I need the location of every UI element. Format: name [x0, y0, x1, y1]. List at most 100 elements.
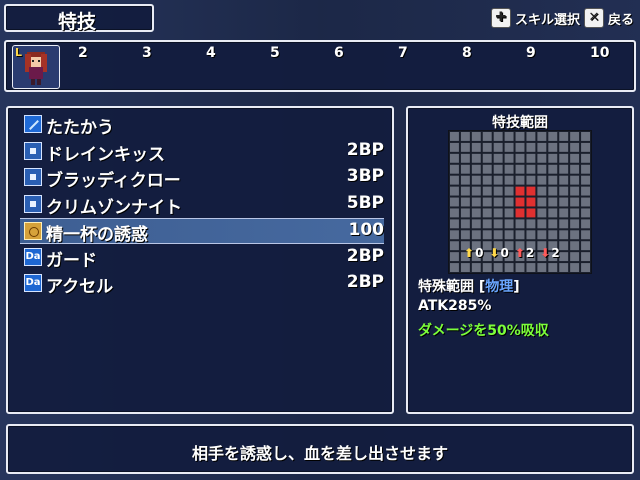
range-cell — [482, 142, 492, 152]
skill-row[interactable]: クリムゾンナイト 5BP — [20, 192, 384, 218]
back-label[interactable]: 戻る — [608, 9, 634, 28]
party-slot-9[interactable]: 9 — [526, 45, 536, 61]
attack-type-suffix: ] — [513, 279, 520, 295]
range-cell — [450, 208, 459, 218]
party-slot-2[interactable]: 2 — [78, 45, 88, 61]
charm-icon — [24, 222, 42, 240]
range-modifier-value: 2 — [551, 246, 560, 260]
range-modifier: ⬆ 0 — [464, 246, 483, 260]
range-cell — [482, 153, 492, 163]
party-slot-6[interactable]: 6 — [334, 45, 344, 61]
range-cell — [504, 132, 514, 141]
range-modifier-value: 2 — [525, 246, 535, 260]
party-slot-8[interactable]: 8 — [462, 45, 472, 61]
range-title: 特技範囲 — [492, 115, 548, 131]
party-slot-1-portrait[interactable]: L — [12, 45, 60, 89]
range-cell — [548, 186, 558, 196]
description-panel: 相手を誘惑し、血を差し出させます — [6, 424, 634, 474]
range-cell — [548, 263, 558, 272]
range-cell — [559, 132, 569, 141]
skill-cost: 100 — [348, 220, 385, 240]
dpad-icon: ✚ — [490, 8, 511, 28]
range-cell — [460, 186, 470, 196]
range-cell — [504, 208, 514, 218]
range-cell — [460, 263, 470, 272]
skill-row[interactable]: たたかう — [20, 112, 384, 138]
range-cell — [515, 175, 525, 185]
range-cell — [504, 153, 514, 163]
range-cell — [460, 164, 470, 174]
range-cell — [581, 142, 590, 152]
skill-row[interactable]: ブラッディクロー 3BP — [20, 165, 384, 191]
range-cell — [504, 186, 514, 196]
range-cell-active — [526, 186, 536, 196]
skill-name: ガード — [46, 250, 97, 271]
range-cell — [526, 164, 536, 174]
range-cell — [460, 175, 470, 185]
range-cell — [548, 153, 558, 163]
range-cell — [526, 142, 536, 152]
skill-row[interactable]: ドレインキッス 2BP — [20, 139, 384, 165]
range-cell — [493, 153, 503, 163]
range-cell — [482, 230, 492, 240]
range-cell — [548, 175, 558, 185]
range-cell — [581, 263, 590, 272]
range-cell — [537, 153, 547, 163]
skill-row[interactable]: Da ガード 2BP — [20, 245, 384, 271]
party-slot-3[interactable]: 3 — [142, 45, 152, 61]
skill-square-icon — [24, 194, 42, 213]
party-slot-7[interactable]: 7 — [398, 45, 408, 61]
range-cell — [471, 208, 481, 218]
cancel-key-icon[interactable]: ✕ — [583, 8, 604, 28]
skill-square-icon — [24, 168, 42, 186]
range-cell — [493, 230, 503, 240]
range-modifier-value: 0 — [475, 246, 484, 260]
skill-square-icon — [24, 141, 42, 160]
skill-cost: 3BP — [346, 166, 384, 186]
da-icon: Da — [24, 274, 42, 292]
range-cell — [471, 197, 481, 207]
party-slot-5[interactable]: 5 — [270, 45, 280, 61]
range-cell — [515, 219, 525, 229]
range-cell — [450, 230, 459, 240]
skill-row[interactable]: 精一杯の誘惑 100 — [20, 218, 385, 245]
range-cell — [570, 263, 580, 272]
range-cell — [559, 208, 569, 218]
range-cell — [515, 153, 525, 163]
range-cell — [559, 164, 569, 174]
range-cell — [548, 197, 558, 207]
range-cell — [460, 142, 470, 152]
range-cell — [460, 132, 470, 141]
range-cell — [471, 230, 481, 240]
range-cell — [537, 164, 547, 174]
party-slot-10[interactable]: 10 — [590, 45, 609, 61]
arrow-up-icon: ⬆ — [514, 246, 525, 260]
arrow-down-icon: ⬇ — [540, 246, 551, 260]
attack-type-value: 物理 — [485, 279, 514, 295]
skill-cost: 2BP — [346, 272, 384, 292]
range-cell — [471, 132, 481, 141]
range-cell — [450, 197, 459, 207]
range-cell — [450, 219, 459, 229]
range-cell — [482, 186, 492, 196]
range-cell — [537, 219, 547, 229]
range-cell — [559, 153, 569, 163]
range-cell — [460, 230, 470, 240]
range-cell — [526, 230, 536, 240]
range-cell — [450, 252, 459, 262]
range-cell — [570, 142, 580, 152]
skill-row[interactable]: Da アクセル 2BP — [20, 271, 384, 297]
range-cell — [581, 230, 590, 240]
range-cell — [504, 164, 514, 174]
range-cell — [581, 197, 590, 207]
range-cell — [559, 175, 569, 185]
party-slot-4[interactable]: 4 — [206, 45, 216, 61]
key-guide: ✚ スキル選択 ✕ 戻る — [490, 6, 634, 30]
range-cell — [471, 153, 481, 163]
range-cell — [504, 175, 514, 185]
range-cell — [537, 175, 547, 185]
range-cell — [504, 219, 514, 229]
range-cell — [493, 142, 503, 152]
range-cell — [548, 142, 558, 152]
range-cell-active — [515, 208, 525, 218]
